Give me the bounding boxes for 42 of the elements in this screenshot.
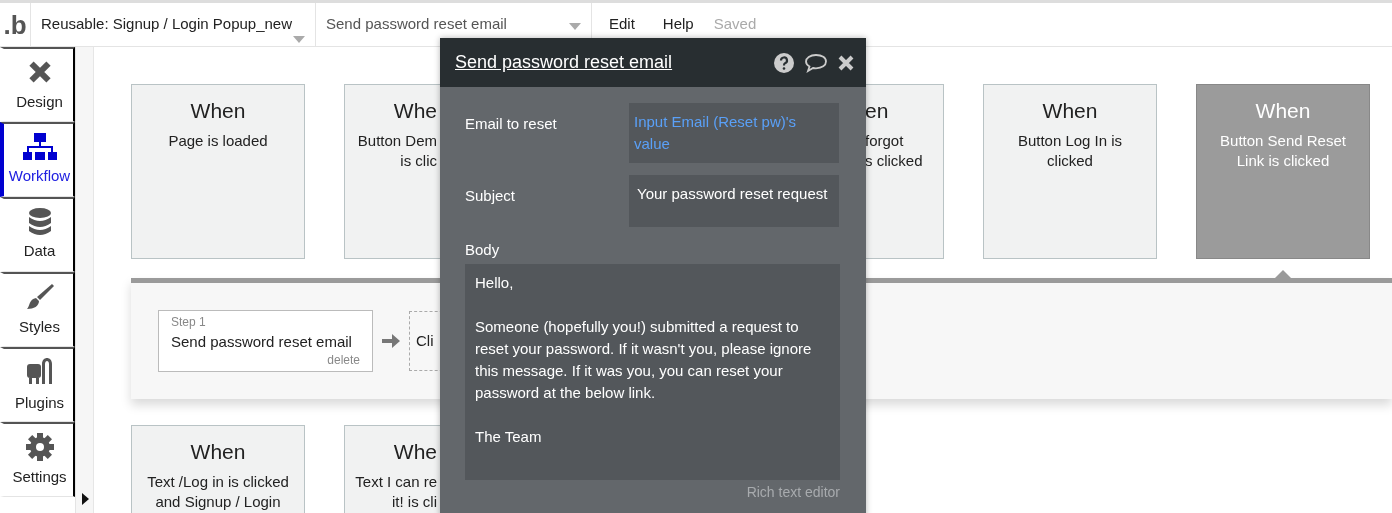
event-card[interactable]: When Page is loaded	[131, 84, 305, 259]
event-title: When	[189, 439, 247, 465]
event-title: Whe	[392, 98, 437, 124]
logo[interactable]: .b	[0, 2, 30, 47]
expand-icon[interactable]	[82, 493, 89, 505]
event-description: Button Dem is clic	[356, 131, 437, 171]
sidebar-tab[interactable]: Settings	[0, 422, 75, 497]
event-description: Text I can re it! is cli	[354, 472, 437, 512]
field-label: Subject	[465, 186, 517, 206]
text-area[interactable]: Hello, Someone (hopefully you!) submitted a request to reset your password. If it wasn't you, please ignore this message. If it was you, you can reset your password at the below link. The Team	[465, 263, 840, 480]
event-title: When	[189, 98, 247, 124]
comment-icon[interactable]	[804, 52, 828, 73]
brush-icon	[24, 281, 55, 312]
close-icon[interactable]	[838, 54, 854, 71]
input-field[interactable]: Your password reset request	[629, 175, 839, 227]
field-label: Body	[465, 240, 501, 260]
event-title: Whe	[392, 439, 437, 465]
step-name: Send password reset email	[171, 332, 353, 352]
sidebar-tab[interactable]: Data	[0, 197, 75, 272]
event-title: When	[1254, 98, 1312, 124]
help-icon[interactable]	[774, 52, 794, 73]
event-card[interactable]: When Button Log In is clicked	[983, 84, 1157, 259]
popup-title[interactable]: Send password reset email	[455, 49, 764, 76]
event-title: When	[1041, 98, 1099, 124]
arrow-icon	[382, 333, 400, 349]
event-description: forgot s clicked	[865, 131, 924, 171]
delete-link[interactable]: delete	[171, 353, 360, 366]
menu-item[interactable]: Edit	[595, 13, 649, 36]
event-description: Text /Log in is clicked and Signup / Login	[146, 472, 290, 512]
event-description: Button Send Reset Link is clicked	[1219, 131, 1347, 171]
step-label: Step 1	[171, 314, 207, 331]
action-step[interactable]: Step 1 Send password reset email delete	[158, 310, 373, 372]
sitemap-icon	[22, 132, 57, 161]
event-title: en	[865, 98, 890, 124]
sidebar-tab[interactable]: Plugins	[0, 347, 75, 422]
event-card[interactable]: When Text /Log in is clicked and Signup / Login	[131, 425, 305, 513]
event-description: Page is loaded	[167, 131, 269, 151]
menu-item[interactable]: Help	[648, 13, 708, 36]
event-description: Button Log In is clicked	[1016, 131, 1124, 171]
save-status: Saved	[712, 14, 758, 35]
database-icon	[27, 207, 52, 236]
settings-icon	[24, 431, 55, 462]
